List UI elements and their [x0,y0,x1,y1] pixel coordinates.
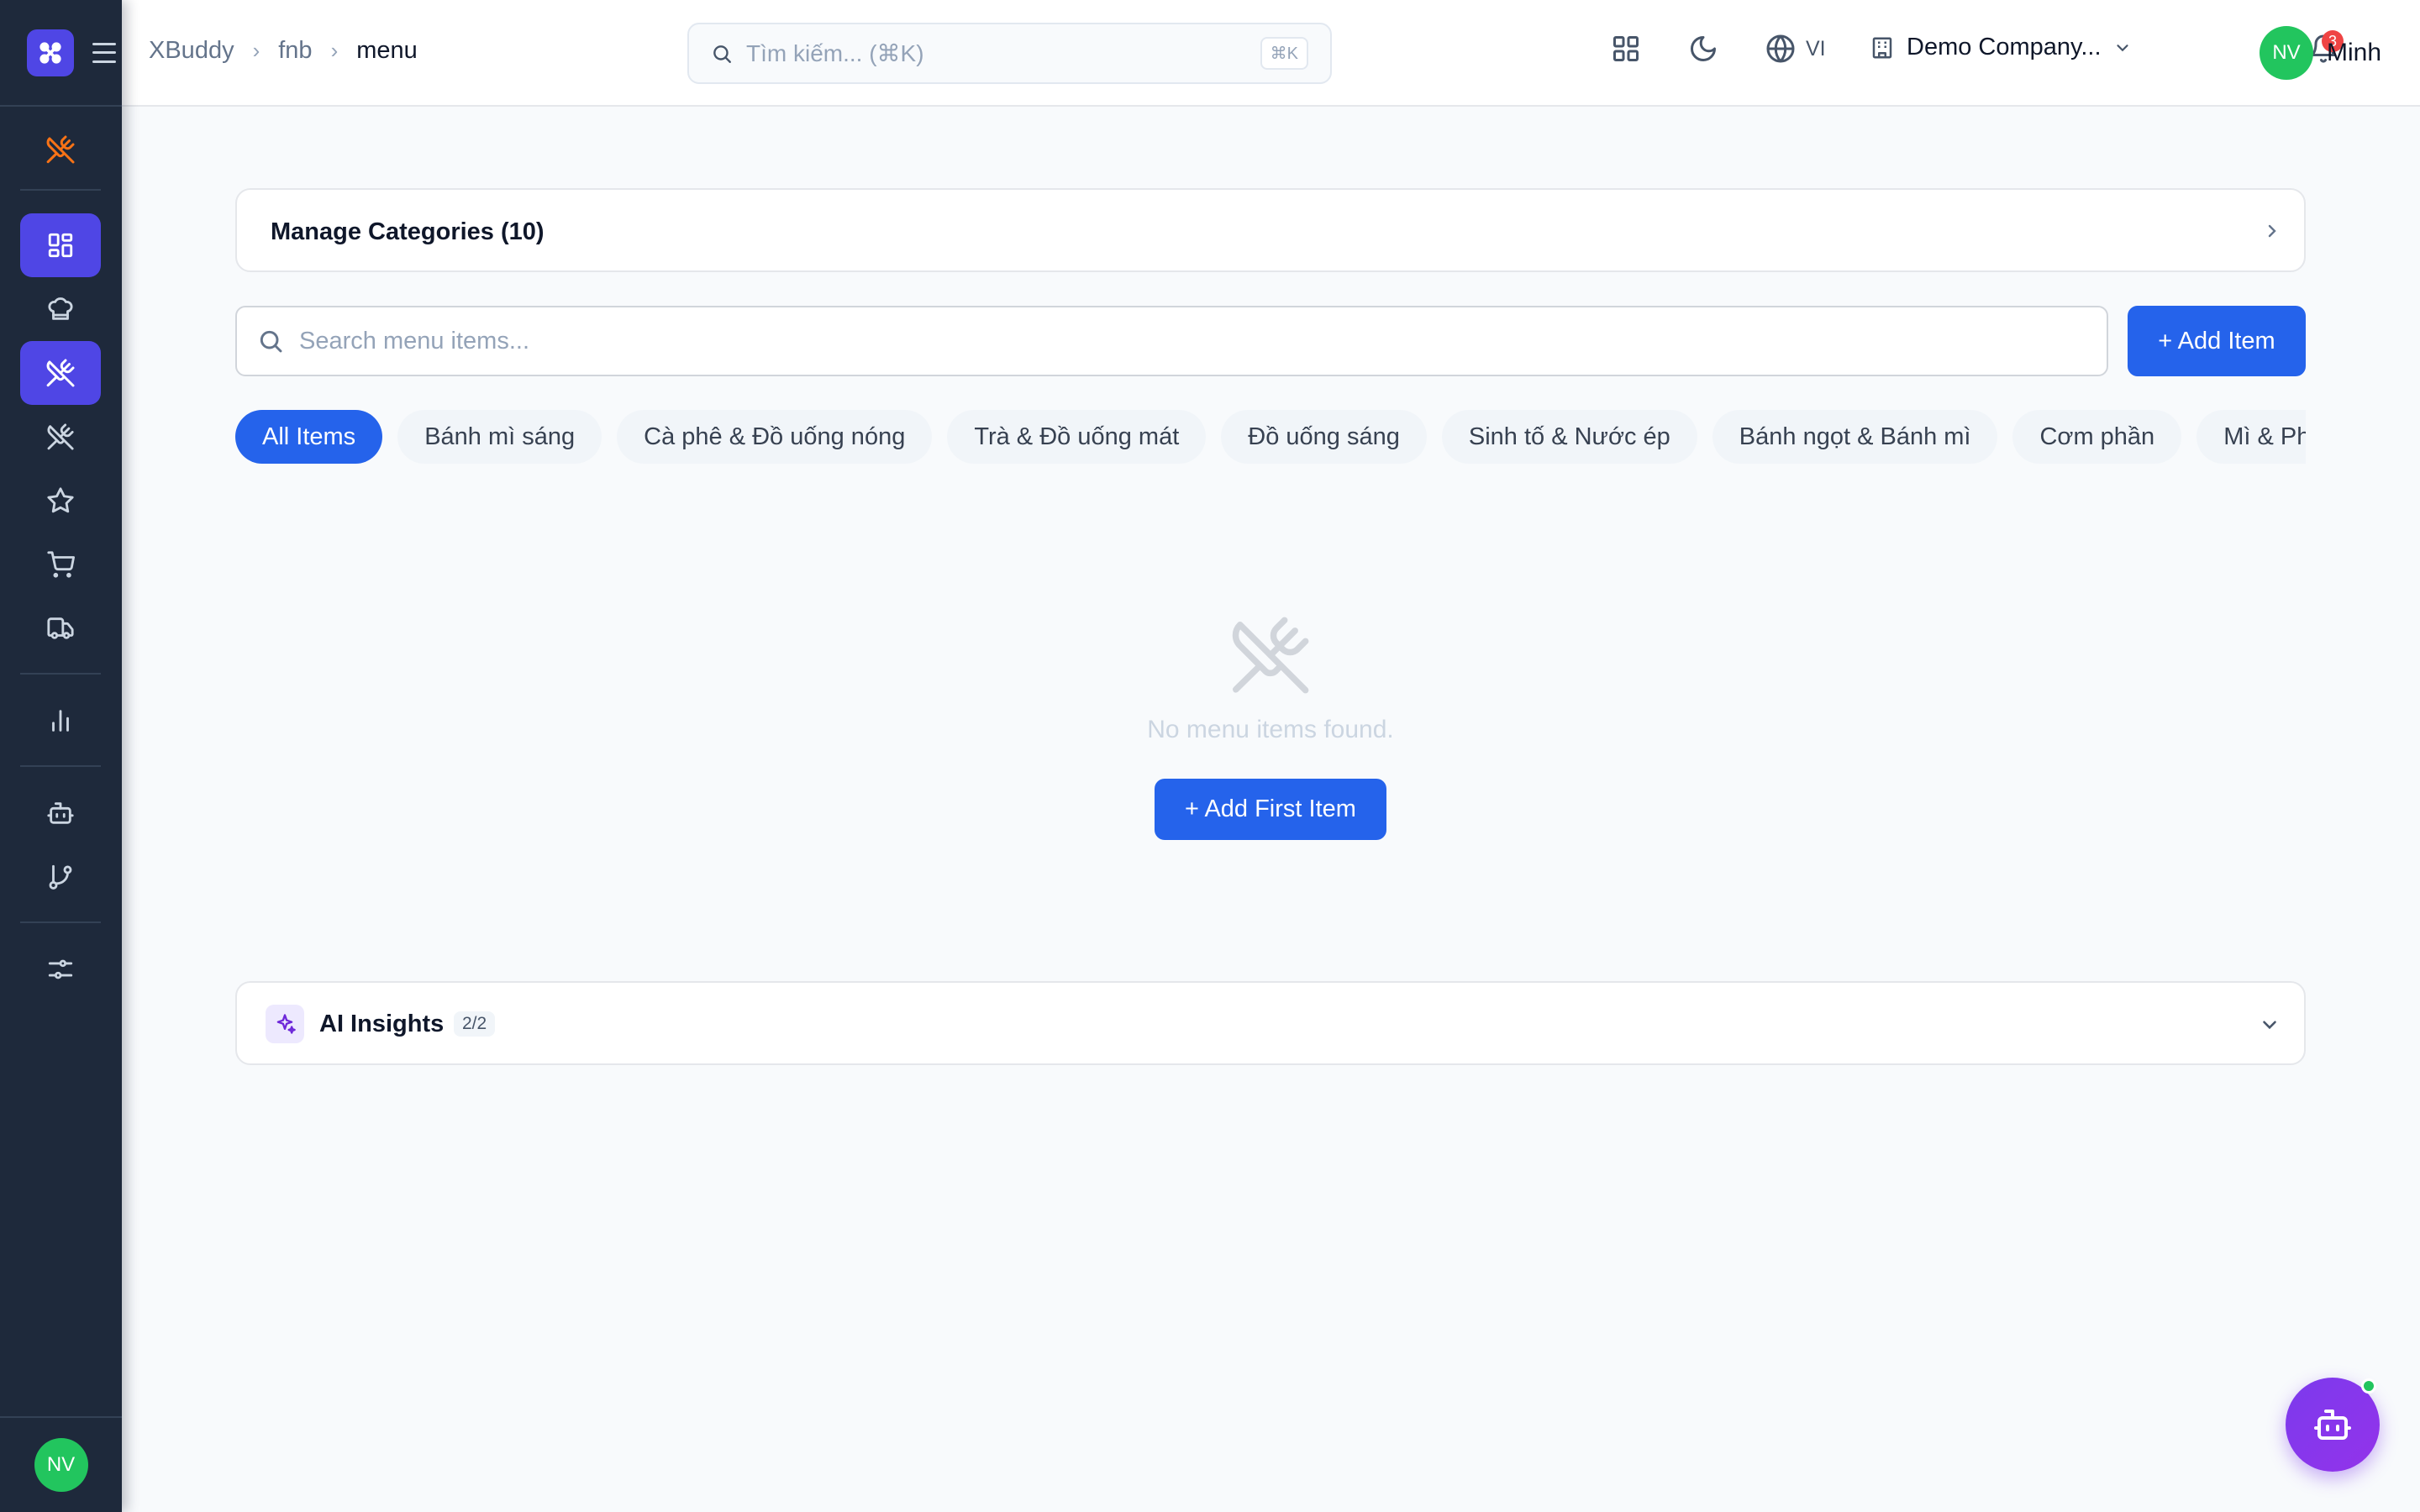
language-switcher[interactable]: VI [1765,34,1826,64]
menu-toggle-icon[interactable] [92,42,116,63]
sidebar-item-workflows[interactable] [20,845,101,909]
global-search-input[interactable] [746,39,1260,67]
moon-icon [1691,36,1716,61]
shopping-cart-icon [47,551,75,578]
language-label: VI [1806,36,1826,60]
bar-chart-icon [52,710,69,732]
truck-icon [47,617,74,639]
git-branch-icon [49,864,72,890]
sidebar-item-favorites[interactable] [20,469,101,533]
empty-state-message: No menu items found. [1147,716,1394,743]
user-name: Minh [2327,39,2382,66]
sidebar-item-fnb-brand[interactable] [20,118,101,181]
apps-grid-button[interactable] [1611,34,1641,64]
chevron-down-icon [2116,44,2128,51]
chevron-down-icon[interactable] [2259,1014,2281,1036]
search-icon [713,45,731,63]
sidebar-item-recipes[interactable] [20,405,101,469]
utensils-icon [47,423,74,450]
utensils-crossed-icon [46,135,75,164]
sliders-icon [48,959,73,979]
sidebar-divider [20,673,101,675]
menu-search[interactable] [235,306,2108,376]
add-first-item-button[interactable]: + Add First Item [1155,779,1386,840]
utensils-crossed-icon [46,359,75,387]
grid-icon [1613,36,1639,61]
ai-insights-title: AI Insights [319,1011,445,1037]
chip-category[interactable]: Cà phê & Đồ uống nóng [617,410,933,464]
sidebar-item-delivery[interactable] [20,596,101,660]
top-header: XBuddy › fnb › menu ⌘K VI Demo Company..… [122,0,2420,107]
company-name: Demo Company... [1907,34,2102,60]
bot-icon [2314,1410,2351,1440]
sidebar-avatar[interactable]: NV [34,1438,88,1492]
sidebar-item-dashboard[interactable] [20,213,101,277]
chip-category[interactable]: Mì & Phở [2196,410,2306,464]
search-shortcut-badge: ⌘K [1260,37,1308,70]
sidebar-header [0,0,122,107]
sidebar-divider [20,765,101,767]
breadcrumb-item-root[interactable]: XBuddy [149,37,234,65]
xbuddy-logo-icon[interactable] [27,29,74,76]
sidebar-item-ai-bot[interactable] [20,781,101,845]
company-selector[interactable]: Demo Company... [1870,34,2132,61]
chevron-right-icon [2268,224,2276,238]
sidebar-divider [20,189,101,191]
star-icon [47,487,74,513]
search-icon [260,330,282,353]
manage-categories-card[interactable]: Manage Categories (10) [235,188,2306,272]
chip-category[interactable]: Bánh mì sáng [397,410,602,464]
sidebar-footer: NV [0,1416,122,1512]
ai-insights-count-badge: 2/2 [454,1011,496,1037]
global-search[interactable]: ⌘K [687,23,1332,84]
sidebar-divider [20,921,101,923]
chef-hat-icon [48,297,73,320]
layout-grid-icon [48,233,73,258]
user-avatar: NV [2260,26,2313,80]
user-menu[interactable]: NV Minh [2260,26,2381,80]
bot-icon [47,802,74,824]
chip-category[interactable]: Bánh ngọt & Bánh mì [1712,410,1998,464]
sidebar: NV [0,0,122,1512]
chip-category[interactable]: Cơm phần [2012,410,2182,464]
menu-search-input[interactable] [299,327,2086,355]
sidebar-item-orders[interactable] [20,533,101,596]
building-icon [1872,37,1892,58]
ai-insights-panel[interactable]: AI Insights 2/2 [235,981,2306,1065]
sidebar-item-reports[interactable] [20,689,101,753]
chip-all-items[interactable]: All Items [235,410,383,464]
breadcrumb-item-module[interactable]: fnb [278,37,312,65]
chip-category[interactable]: Sinh tố & Nước ép [1441,410,1697,464]
sparkles-icon [266,1005,304,1043]
sidebar-item-kitchen[interactable] [20,277,101,341]
breadcrumb-item-current: menu [356,37,418,64]
sidebar-item-settings[interactable] [20,937,101,1001]
theme-toggle-button[interactable] [1688,34,1718,64]
chevron-right-icon: › [330,38,339,63]
globe-icon [1766,34,1795,63]
online-status-dot [2361,1378,2376,1394]
manage-categories-title: Manage Categories (10) [271,218,544,245]
sidebar-item-menu[interactable] [20,341,101,405]
chevron-right-icon: › [252,38,260,63]
chip-category[interactable]: Trà & Đồ uống mát [947,410,1207,464]
utensils-crossed-icon [1232,617,1309,694]
breadcrumb: XBuddy › fnb › menu [149,37,418,65]
add-item-button[interactable]: + Add Item [2128,306,2306,376]
chip-category[interactable]: Đồ uống sáng [1221,410,1427,464]
category-filter-chips: All Items Bánh mì sáng Cà phê & Đồ uống … [235,410,2306,465]
